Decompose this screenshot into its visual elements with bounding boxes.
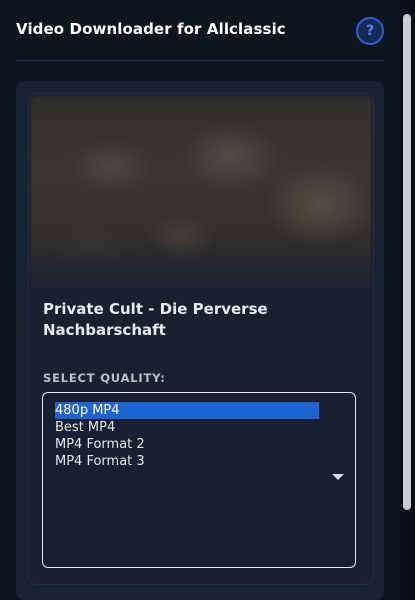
question-mark-icon: ? (365, 23, 375, 39)
app-title: Video Downloader for Allclassic (16, 20, 286, 38)
scrollbar-thumb[interactable] (403, 14, 411, 510)
header-divider (16, 60, 384, 61)
quality-option-best-mp4[interactable]: Best MP4 (55, 419, 319, 436)
caret-down-icon[interactable] (332, 474, 344, 480)
video-thumbnail (31, 96, 371, 288)
downloader-popup: Video Downloader for Allclassic ? Privat… (0, 0, 415, 600)
header: Video Downloader for Allclassic ? (16, 14, 384, 47)
quality-option-480p-mp4[interactable]: 480p MP4 (55, 402, 319, 419)
video-card: Private Cult - Die Perverse Nachbarschaf… (28, 93, 374, 585)
help-button[interactable]: ? (356, 17, 384, 45)
quality-option-mp4-format-2[interactable]: MP4 Format 2 (55, 436, 319, 453)
quality-select[interactable]: 480p MP4 Best MP4 MP4 Format 2 MP4 Forma… (42, 392, 356, 568)
quality-option-mp4-format-3[interactable]: MP4 Format 3 (55, 453, 319, 470)
quality-label: SELECT QUALITY: (43, 371, 166, 385)
video-title: Private Cult - Die Perverse Nachbarschaf… (43, 300, 268, 339)
